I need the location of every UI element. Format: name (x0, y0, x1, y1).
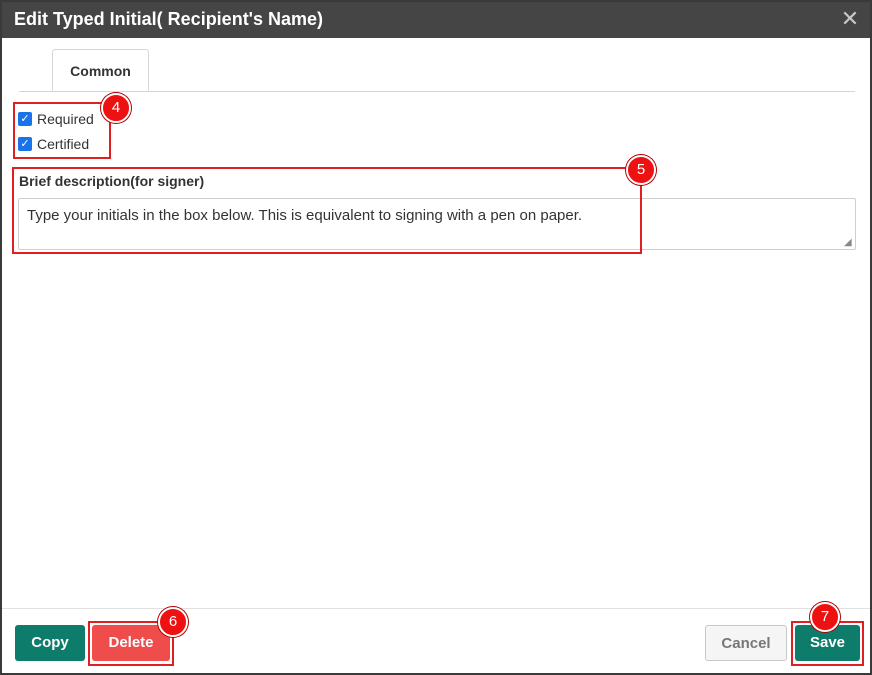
copy-button[interactable]: Copy (15, 625, 85, 661)
required-label: Required (37, 111, 94, 127)
footer-divider (2, 608, 870, 609)
resize-handle-icon[interactable]: ◢ (844, 238, 854, 248)
dialog-titlebar: Edit Typed Initial( Recipient's Name) ✕ (2, 2, 870, 38)
certified-label: Certified (37, 136, 90, 152)
close-icon[interactable]: ✕ (838, 7, 862, 31)
annotation-badge-6: 6 (158, 607, 188, 637)
certified-checkbox[interactable]: ✓ (18, 137, 32, 151)
annotation-badge-7: 7 (810, 602, 840, 632)
required-checkbox[interactable]: ✓ (18, 112, 32, 126)
delete-button[interactable]: Delete (92, 625, 170, 661)
tab-bar-divider (19, 91, 855, 92)
description-textarea[interactable] (18, 198, 856, 250)
tab-common-label: Common (70, 63, 131, 79)
description-label: Brief description(for signer) (19, 173, 205, 189)
tab-common[interactable]: Common (52, 49, 149, 91)
certified-option[interactable]: ✓ Certified (18, 134, 89, 154)
description-value: Type your initials in the box below. Thi… (27, 207, 583, 224)
dialog-title: Edit Typed Initial( Recipient's Name) (14, 9, 323, 29)
annotation-badge-4: 4 (101, 93, 131, 123)
required-option[interactable]: ✓ Required (18, 109, 94, 129)
edit-field-dialog: Edit Typed Initial( Recipient's Name) ✕ … (0, 0, 872, 675)
cancel-button[interactable]: Cancel (705, 625, 787, 661)
annotation-badge-5: 5 (626, 155, 656, 185)
